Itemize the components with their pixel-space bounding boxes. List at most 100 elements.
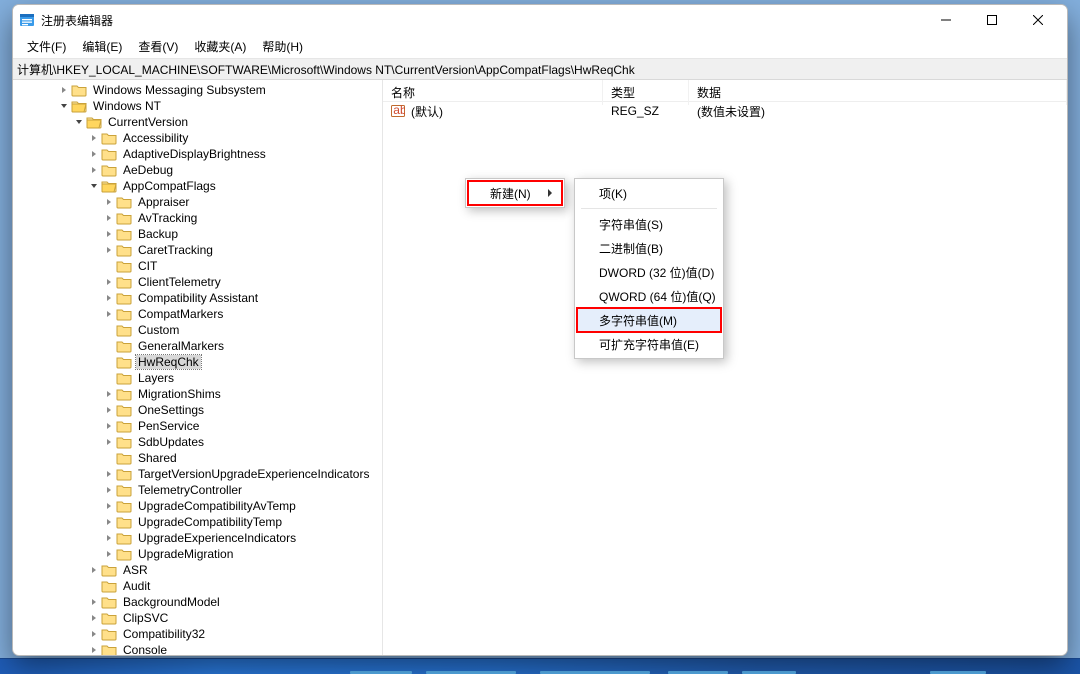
expand-toggle[interactable] [103, 516, 115, 528]
menu-file[interactable]: 文件(F) [19, 36, 74, 57]
ctx-new-binary[interactable]: 二进制值(B) [577, 236, 721, 260]
tree-item[interactable]: UpgradeCompatibilityAvTemp [13, 498, 382, 514]
ctx-new-dword[interactable]: DWORD (32 位)值(D) [577, 260, 721, 284]
tree-item[interactable]: BackgroundModel [13, 594, 382, 610]
tree-item[interactable]: Console [13, 642, 382, 655]
maximize-button[interactable] [969, 5, 1015, 35]
value-name: ab (默认) [383, 103, 603, 120]
value-list[interactable]: 名称 类型 数据 ab (默认) REG_SZ (数值未设置) [383, 80, 1067, 655]
context-menu[interactable]: 新建(N) [465, 178, 565, 208]
tree-item[interactable]: Audit [13, 578, 382, 594]
tree-item[interactable]: Shared [13, 450, 382, 466]
tree-item[interactable]: Backup [13, 226, 382, 242]
tree-item[interactable]: TargetVersionUpgradeExperienceIndicators [13, 466, 382, 482]
value-row-default[interactable]: ab (默认) REG_SZ (数值未设置) [383, 102, 1067, 120]
tree-item[interactable]: UpgradeMigration [13, 546, 382, 562]
tree-item[interactable]: MigrationShims [13, 386, 382, 402]
expand-toggle[interactable] [58, 100, 70, 112]
tree-item[interactable]: CIT [13, 258, 382, 274]
expand-toggle[interactable] [103, 500, 115, 512]
tree-item[interactable]: AeDebug [13, 162, 382, 178]
tree-item[interactable]: ASR [13, 562, 382, 578]
expand-toggle[interactable] [103, 532, 115, 544]
tree-label: Compatibility Assistant [136, 291, 260, 305]
tree-item[interactable]: AvTracking [13, 210, 382, 226]
tree-item[interactable]: Compatibility Assistant [13, 290, 382, 306]
expand-toggle[interactable] [88, 180, 100, 192]
expand-toggle[interactable] [103, 276, 115, 288]
ctx-new-multi-string[interactable]: 多字符串值(M) [577, 308, 721, 332]
expand-toggle[interactable] [88, 612, 100, 624]
tree-item[interactable]: ClientTelemetry [13, 274, 382, 290]
expand-toggle[interactable] [103, 468, 115, 480]
expand-toggle[interactable] [103, 212, 115, 224]
tree-item[interactable]: PenService [13, 418, 382, 434]
ctx-new-string[interactable]: 字符串值(S) [577, 212, 721, 236]
expand-toggle[interactable] [103, 308, 115, 320]
tree-label: TargetVersionUpgradeExperienceIndicators [136, 467, 371, 481]
ctx-new-qword[interactable]: QWORD (64 位)值(Q) [577, 284, 721, 308]
tree-item[interactable]: CompatMarkers [13, 306, 382, 322]
tree-item[interactable]: TelemetryController [13, 482, 382, 498]
ctx-new[interactable]: 新建(N) [468, 181, 562, 205]
expand-toggle[interactable] [88, 148, 100, 160]
tree-item[interactable]: ClipSVC [13, 610, 382, 626]
expand-toggle[interactable] [103, 292, 115, 304]
svg-text:ab: ab [393, 104, 405, 117]
tree-item[interactable]: UpgradeExperienceIndicators [13, 530, 382, 546]
expand-toggle[interactable] [88, 628, 100, 640]
expand-toggle[interactable] [103, 388, 115, 400]
ctx-new-label: 新建(N) [490, 185, 531, 202]
menu-help[interactable]: 帮助(H) [254, 36, 311, 57]
ctx-new-expand-string[interactable]: 可扩充字符串值(E) [577, 332, 721, 356]
tree-item-windows-nt[interactable]: Windows NT [13, 98, 382, 114]
tree-label: AeDebug [121, 163, 175, 177]
expand-toggle[interactable] [58, 84, 70, 96]
tree-item[interactable]: SdbUpdates [13, 434, 382, 450]
menu-view[interactable]: 查看(V) [130, 36, 186, 57]
expand-toggle[interactable] [103, 420, 115, 432]
tree-item-currentversion[interactable]: CurrentVersion [13, 114, 382, 130]
tree-item[interactable]: Custom [13, 322, 382, 338]
tree-item-appcompatflags[interactable]: AppCompatFlags [13, 178, 382, 194]
tree-label: UpgradeCompatibilityAvTemp [136, 499, 298, 513]
tree-item[interactable]: OneSettings [13, 402, 382, 418]
tree-item[interactable]: CaretTracking [13, 242, 382, 258]
tree-item[interactable]: GeneralMarkers [13, 338, 382, 354]
expand-toggle[interactable] [103, 244, 115, 256]
close-button[interactable] [1015, 5, 1061, 35]
key-tree[interactable]: Windows Messaging SubsystemWindows NTCur… [13, 80, 383, 655]
tree-item[interactable]: Layers [13, 370, 382, 386]
col-type[interactable]: 类型 [603, 80, 689, 105]
minimize-button[interactable] [923, 5, 969, 35]
separator [581, 208, 717, 209]
expand-toggle[interactable] [88, 596, 100, 608]
tree-item[interactable]: Compatibility32 [13, 626, 382, 642]
tree-item[interactable]: UpgradeCompatibilityTemp [13, 514, 382, 530]
expand-toggle[interactable] [103, 228, 115, 240]
menu-favorites[interactable]: 收藏夹(A) [186, 36, 254, 57]
expand-toggle[interactable] [73, 116, 85, 128]
expand-toggle[interactable] [88, 564, 100, 576]
tree-item-hwreqchk[interactable]: HwReqChk [13, 354, 382, 370]
tree-label: Shared [136, 451, 179, 465]
tree-label: ASR [121, 563, 150, 577]
tree-item[interactable]: Appraiser [13, 194, 382, 210]
context-submenu-new[interactable]: 项(K) 字符串值(S) 二进制值(B) DWORD (32 位)值(D) QW… [574, 178, 724, 359]
expand-toggle[interactable] [103, 404, 115, 416]
expand-toggle[interactable] [103, 548, 115, 560]
menu-edit[interactable]: 编辑(E) [74, 36, 130, 57]
ctx-new-key[interactable]: 项(K) [577, 181, 721, 205]
expand-toggle[interactable] [88, 644, 100, 655]
tree-item[interactable]: Accessibility [13, 130, 382, 146]
expand-toggle[interactable] [88, 132, 100, 144]
tree-item[interactable]: AdaptiveDisplayBrightness [13, 146, 382, 162]
expand-toggle[interactable] [103, 436, 115, 448]
col-data[interactable]: 数据 [689, 80, 1067, 105]
tree-item-wms[interactable]: Windows Messaging Subsystem [13, 82, 382, 98]
address-bar[interactable]: 计算机\HKEY_LOCAL_MACHINE\SOFTWARE\Microsof… [13, 58, 1067, 80]
expand-toggle[interactable] [103, 196, 115, 208]
expand-toggle[interactable] [88, 164, 100, 176]
expand-toggle[interactable] [103, 484, 115, 496]
col-name[interactable]: 名称 [383, 80, 603, 105]
